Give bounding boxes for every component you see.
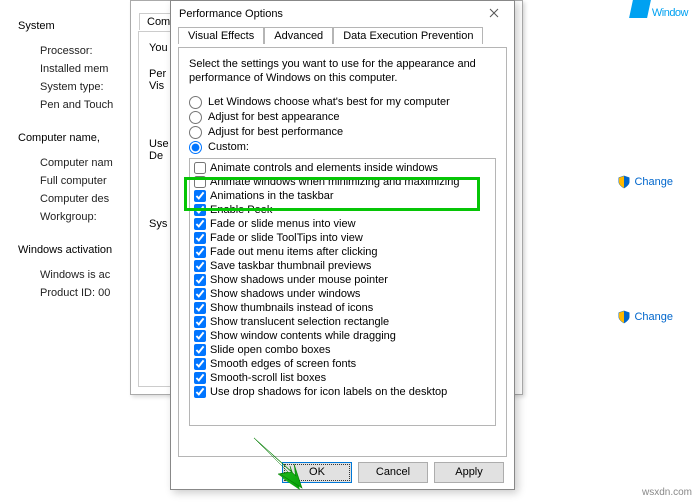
option-checkbox[interactable] xyxy=(194,316,206,328)
radio-input[interactable] xyxy=(189,141,202,154)
option-label: Show thumbnails instead of icons xyxy=(210,302,373,314)
option-label: Smooth edges of screen fonts xyxy=(210,358,356,370)
option-row[interactable]: Animate controls and elements inside win… xyxy=(194,161,491,175)
tab-advanced[interactable]: Advanced xyxy=(264,27,333,44)
option-label: Use drop shadows for icon labels on the … xyxy=(210,386,447,398)
radio-option[interactable]: Adjust for best performance xyxy=(189,126,496,139)
radio-option[interactable]: Adjust for best appearance xyxy=(189,111,496,124)
apply-button[interactable]: Apply xyxy=(434,462,504,483)
option-checkbox[interactable] xyxy=(194,162,206,174)
change-link[interactable]: Change xyxy=(634,311,673,323)
option-row[interactable]: Slide open combo boxes xyxy=(194,343,491,357)
option-label: Fade or slide ToolTips into view xyxy=(210,232,363,244)
option-checkbox[interactable] xyxy=(194,330,206,342)
radio-input[interactable] xyxy=(189,126,202,139)
option-checkbox[interactable] xyxy=(194,260,206,272)
change-link-1-container: Change xyxy=(617,175,673,189)
option-label: Animate windows when minimizing and maxi… xyxy=(210,176,459,188)
option-checkbox[interactable] xyxy=(194,372,206,384)
arrow-annotation xyxy=(248,432,308,492)
option-row[interactable]: Show shadows under windows xyxy=(194,287,491,301)
option-label: Show window contents while dragging xyxy=(210,330,396,342)
dialog-button-row: OK Cancel Apply xyxy=(282,462,504,483)
cancel-button[interactable]: Cancel xyxy=(358,462,428,483)
option-label: Animate controls and elements inside win… xyxy=(210,162,438,174)
option-label: Save taskbar thumbnail previews xyxy=(210,260,371,272)
option-label: Animations in the taskbar xyxy=(210,190,334,202)
radio-input[interactable] xyxy=(189,111,202,124)
radio-label: Custom: xyxy=(208,141,249,153)
radio-option[interactable]: Custom: xyxy=(189,141,496,154)
perf-body: Select the settings you want to use for … xyxy=(178,47,507,457)
tab-dep[interactable]: Data Execution Prevention xyxy=(333,27,483,44)
option-row[interactable]: Animations in the taskbar xyxy=(194,189,491,203)
option-label: Slide open combo boxes xyxy=(210,344,330,356)
close-button[interactable] xyxy=(480,5,508,23)
option-checkbox[interactable] xyxy=(194,358,206,370)
option-label: Show shadows under mouse pointer xyxy=(210,274,388,286)
option-checkbox[interactable] xyxy=(194,288,206,300)
close-icon xyxy=(489,8,499,18)
option-row[interactable]: Fade out menu items after clicking xyxy=(194,245,491,259)
option-checkbox[interactable] xyxy=(194,386,206,398)
option-checkbox[interactable] xyxy=(194,190,206,202)
option-row[interactable]: Show thumbnails instead of icons xyxy=(194,301,491,315)
option-row[interactable]: Fade or slide menus into view xyxy=(194,217,491,231)
option-label: Smooth-scroll list boxes xyxy=(210,372,326,384)
option-checkbox[interactable] xyxy=(194,344,206,356)
radio-label: Adjust for best performance xyxy=(208,126,343,138)
option-row[interactable]: Animate windows when minimizing and maxi… xyxy=(194,175,491,189)
radio-label: Let Windows choose what's best for my co… xyxy=(208,96,450,108)
option-checkbox[interactable] xyxy=(194,246,206,258)
dialog-title: Performance Options xyxy=(179,8,283,20)
option-label: Show translucent selection rectangle xyxy=(210,316,389,328)
option-row[interactable]: Smooth edges of screen fonts xyxy=(194,357,491,371)
change-link[interactable]: Change xyxy=(634,176,673,188)
option-checkbox[interactable] xyxy=(194,204,206,216)
option-label: Show shadows under windows xyxy=(210,288,360,300)
option-row[interactable]: Save taskbar thumbnail previews xyxy=(194,259,491,273)
shield-icon xyxy=(617,310,631,324)
watermark: wsxdn.com xyxy=(642,487,692,498)
option-row[interactable]: Show translucent selection rectangle xyxy=(194,315,491,329)
option-row[interactable]: Enable Peek xyxy=(194,203,491,217)
option-checkbox[interactable] xyxy=(194,218,206,230)
performance-options-dialog: Performance Options Visual EffectsAdvanc… xyxy=(170,0,515,490)
option-row[interactable]: Fade or slide ToolTips into view xyxy=(194,231,491,245)
option-row[interactable]: Smooth-scroll list boxes xyxy=(194,371,491,385)
options-list[interactable]: Animate controls and elements inside win… xyxy=(189,158,496,426)
tab-visual-effects[interactable]: Visual Effects xyxy=(178,27,264,44)
option-label: Fade out menu items after clicking xyxy=(210,246,378,258)
option-row[interactable]: Show shadows under mouse pointer xyxy=(194,273,491,287)
perf-description: Select the settings you want to use for … xyxy=(189,58,496,86)
shield-icon xyxy=(617,175,631,189)
option-row[interactable]: Show window contents while dragging xyxy=(194,329,491,343)
perf-tabs: Visual EffectsAdvancedData Execution Pre… xyxy=(178,27,507,47)
radio-option[interactable]: Let Windows choose what's best for my co… xyxy=(189,96,496,109)
option-checkbox[interactable] xyxy=(194,232,206,244)
option-row[interactable]: Use drop shadows for icon labels on the … xyxy=(194,385,491,399)
option-checkbox[interactable] xyxy=(194,302,206,314)
option-checkbox[interactable] xyxy=(194,274,206,286)
radio-label: Adjust for best appearance xyxy=(208,111,339,123)
option-label: Fade or slide menus into view xyxy=(210,218,356,230)
option-checkbox[interactable] xyxy=(194,176,206,188)
dialog-title-bar: Performance Options xyxy=(171,1,514,27)
radio-input[interactable] xyxy=(189,96,202,109)
change-link-2-container: Change xyxy=(617,310,673,324)
option-label: Enable Peek xyxy=(210,204,272,216)
